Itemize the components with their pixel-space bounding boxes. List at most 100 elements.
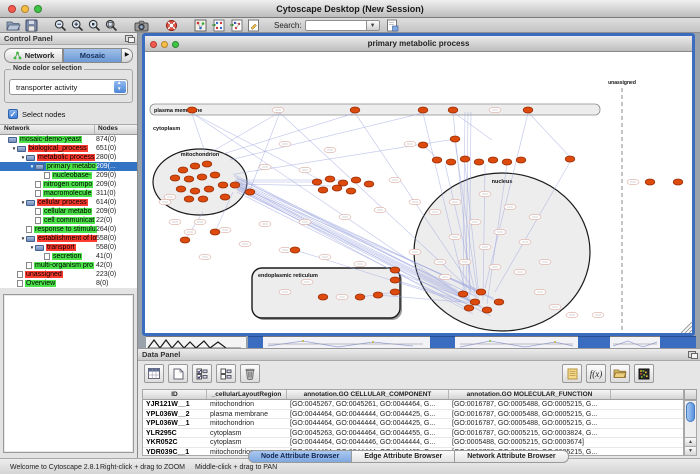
table-row[interactable]: YKR052Ccytoplasm[GO:0044464, GO:0044446,…	[143, 438, 683, 448]
tree-row[interactable]: nucleobase-209(0)	[0, 171, 137, 180]
tree-row[interactable]: ▼biological_process651(0)	[0, 144, 137, 153]
tab-overflow-arrow[interactable]: ▶	[122, 48, 133, 63]
folder-icon	[26, 155, 35, 161]
tree-row[interactable]: nitrogen compo209(0)	[0, 180, 137, 189]
column-header[interactable]: _cellularLayoutRegion	[207, 390, 287, 399]
zoom-out-button[interactable]	[54, 19, 67, 32]
app-titlebar[interactable]: Cytoscape Desktop (New Session)	[0, 0, 700, 18]
search-dropdown-button[interactable]: ▼	[367, 20, 380, 31]
column-header[interactable]: annotation.GO CELLULAR_COMPONENT	[287, 390, 449, 399]
graph-node-colored	[418, 142, 428, 148]
tree-row[interactable]: ▼transport558(0)	[0, 243, 137, 252]
tree-row[interactable]: response to stimulu264(0)	[0, 225, 137, 234]
notes-button[interactable]	[562, 364, 582, 383]
graph-node-colored	[390, 277, 400, 283]
resize-grip-icon	[689, 330, 692, 333]
zoom-fit-button[interactable]	[105, 19, 118, 32]
graph-node-colored	[202, 161, 212, 167]
background-window-sliver[interactable]	[660, 336, 696, 348]
scroll-down-button[interactable]: ▼	[685, 446, 696, 455]
tree-row[interactable]: secretion41(0)	[0, 252, 137, 261]
open-session-button[interactable]	[6, 19, 21, 32]
tree-row[interactable]: cellular metabo209(0)	[0, 207, 137, 216]
background-window-sliver[interactable]	[248, 336, 263, 348]
scroll-up-button[interactable]: ▲	[685, 437, 696, 446]
tree-node-count: 264(0)	[96, 226, 116, 233]
zoom-in-button[interactable]	[71, 19, 84, 32]
search-input[interactable]	[305, 20, 367, 31]
attribute-table-body: YJR121W__1mitochondrion[GO:0045267, GO:0…	[143, 400, 683, 456]
network-canvas[interactable]: plasma membranecytoplasmnucleusmitochond…	[145, 52, 692, 333]
help-lifesaver-button[interactable]	[165, 19, 178, 32]
color-attribute-dropdown[interactable]: transporter activity	[9, 79, 128, 95]
select-nodes-checkbox[interactable]: ✓	[8, 109, 18, 119]
network-view-window[interactable]: primary metabolic process plasma membran…	[142, 33, 695, 336]
create-attribute-button[interactable]	[168, 364, 188, 383]
scrollbar-thumb[interactable]	[686, 402, 695, 422]
background-window-sliver[interactable]	[146, 336, 246, 348]
tree-column-nodes[interactable]: Nodes	[95, 125, 137, 134]
table-row[interactable]: YJR121W__1mitochondrion[GO:0045267, GO:0…	[143, 400, 683, 410]
main-toolbar: Search: ▼	[0, 18, 700, 33]
table-corner-button[interactable]	[684, 389, 697, 400]
save-session-button[interactable]	[25, 19, 38, 32]
background-window-sliver[interactable]	[430, 336, 455, 348]
background-window-sliver[interactable]	[263, 336, 430, 348]
tab-mosaic[interactable]: Mosaic	[63, 48, 122, 63]
background-window-sliver[interactable]	[578, 336, 610, 348]
graph-node-colored	[197, 174, 207, 180]
tree-row[interactable]: ▼primary metabo209(...	[0, 162, 137, 171]
annotation-button[interactable]	[247, 19, 260, 32]
table-row[interactable]: YPL036W__2plasma membrane[GO:0044464, GO…	[143, 410, 683, 420]
table-cell: [GO:0044464, GO:0044446, GO:0044444, G..…	[287, 438, 449, 447]
matrix-view-button[interactable]	[634, 364, 654, 383]
tree-row[interactable]: mosaic-demo-yeast874(0)	[0, 135, 137, 144]
tab-network-attribute-browser[interactable]: Network Attribute Browser	[454, 450, 568, 463]
layout-edges-button[interactable]	[229, 19, 243, 32]
layout-nodes-button[interactable]	[211, 19, 225, 32]
tree-row[interactable]: cell communicat22(0)	[0, 216, 137, 225]
file-icon	[35, 217, 41, 224]
tree-row[interactable]: ▼establishment of lo558(0)	[0, 234, 137, 243]
network-window-titlebar[interactable]: primary metabolic process	[145, 36, 692, 52]
delete-attribute-trash-button[interactable]	[240, 364, 260, 383]
tree-row[interactable]: Overview8(0)	[0, 279, 137, 288]
tree-row[interactable]: unassigned223(0)	[0, 270, 137, 279]
birds-eye-view-panel[interactable]	[3, 294, 134, 453]
tree-row[interactable]: ▼cellular process614(0)	[0, 198, 137, 207]
tab-node-attribute-browser[interactable]: Node Attribute Browser	[248, 450, 352, 463]
graph-node-colored	[198, 196, 208, 202]
file-icon	[17, 271, 23, 278]
snapshot-camera-button[interactable]	[134, 19, 149, 32]
background-window-sliver[interactable]	[610, 336, 660, 348]
tree-row[interactable]: multi-organism pro42(0)	[0, 261, 137, 270]
float-panel-icon[interactable]	[688, 351, 696, 358]
select-attributes-button[interactable]	[144, 364, 164, 383]
graph-node-colored	[494, 299, 504, 305]
select-nodes-label: Select nodes	[22, 110, 65, 119]
vizmapper-button[interactable]	[194, 19, 207, 32]
column-header[interactable]: annotation.GO MOLECULAR_FUNCTION	[449, 390, 611, 399]
tab-network[interactable]: Network	[4, 48, 63, 63]
function-builder-button[interactable]: f(x)	[586, 364, 606, 383]
select-all-attributes-button[interactable]	[192, 364, 212, 383]
tree-row[interactable]: macromolecule311(0)	[0, 189, 137, 198]
table-row[interactable]: YPL036W__1mitochondrion[GO:0044464, GO:0…	[143, 419, 683, 429]
table-cell: mitochondrion	[207, 400, 287, 409]
tree-row[interactable]: ▼metabolic process280(0)	[0, 153, 137, 162]
float-panel-icon[interactable]	[125, 35, 133, 42]
zoom-selected-button[interactable]	[88, 19, 101, 32]
graph-node-colored	[210, 172, 220, 178]
import-attributes-button[interactable]	[386, 19, 399, 32]
graph-edge	[192, 114, 205, 152]
table-scrollbar[interactable]: ▲ ▼	[684, 400, 697, 456]
unselect-all-attributes-button[interactable]	[216, 364, 236, 383]
tree-column-network[interactable]: Network	[0, 125, 95, 134]
tab-edge-attribute-browser[interactable]: Edge Attribute Browser	[351, 450, 455, 463]
graph-edge	[528, 112, 570, 157]
background-window-sliver[interactable]	[455, 336, 578, 348]
graph-node-colored	[502, 159, 512, 165]
table-row[interactable]: YLR295Ccytoplasm[GO:0045263, GO:0044464,…	[143, 429, 683, 439]
column-header[interactable]: ID	[143, 390, 207, 399]
import-attributes-folder-button[interactable]	[610, 364, 630, 383]
